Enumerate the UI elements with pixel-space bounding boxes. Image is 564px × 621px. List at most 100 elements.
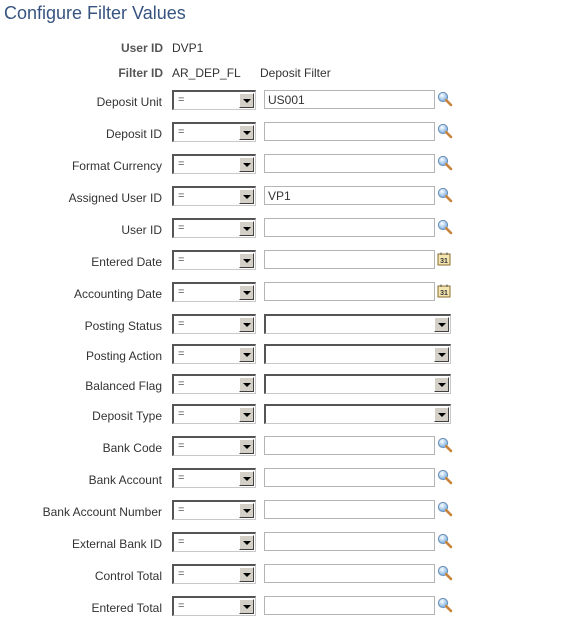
field-row-bank-account: Bank Account = <box>0 468 564 490</box>
chevron-down-icon[interactable] <box>239 439 254 454</box>
chevron-down-icon[interactable] <box>239 125 254 140</box>
field-row-bank-account-number: Bank Account Number = <box>0 500 564 522</box>
calendar-icon[interactable]: 31 <box>437 252 451 266</box>
bank-code-label: Bank Code <box>102 441 162 455</box>
bank-account-number-label: Bank Account Number <box>42 505 162 519</box>
field-row-posting-action: Posting Action = <box>0 344 564 366</box>
format-currency-label: Format Currency <box>71 159 162 173</box>
user-id-operator-select[interactable]: = <box>172 218 256 238</box>
deposit-id-label: Deposit ID <box>105 127 162 141</box>
lookup-icon[interactable] <box>437 91 453 107</box>
bank-account-number-operator-select[interactable]: = <box>172 500 256 520</box>
lookup-icon[interactable] <box>437 219 453 235</box>
lookup-icon[interactable] <box>437 123 453 139</box>
chevron-down-icon[interactable] <box>239 189 254 204</box>
deposit-unit-value-input[interactable]: US001 <box>264 90 435 109</box>
control-total-value-input[interactable] <box>264 564 435 583</box>
operator-value: = <box>178 472 185 484</box>
field-row-entered-total: Entered Total = <box>0 596 564 618</box>
deposit-id-operator-select[interactable]: = <box>172 122 256 142</box>
operator-value: = <box>178 318 185 330</box>
operator-value: = <box>178 440 185 452</box>
field-row-posting-status: Posting Status = <box>0 314 564 336</box>
field-row-external-bank-id: External Bank ID = <box>0 532 564 554</box>
chevron-down-icon[interactable] <box>239 535 254 550</box>
chevron-down-icon[interactable] <box>239 317 254 332</box>
control-total-operator-select[interactable]: = <box>172 564 256 584</box>
lookup-icon[interactable] <box>437 533 453 549</box>
chevron-down-icon[interactable] <box>434 317 449 332</box>
deposit-unit-label: Deposit Unit <box>96 95 162 109</box>
posting-status-operator-select[interactable]: = <box>172 314 256 334</box>
operator-value: = <box>178 126 185 138</box>
assigned-user-id-label: Assigned User ID <box>68 191 162 205</box>
entered-date-label: Entered Date <box>91 255 162 269</box>
chevron-down-icon[interactable] <box>239 157 254 172</box>
chevron-down-icon[interactable] <box>434 377 449 392</box>
operator-value: = <box>178 378 185 390</box>
accounting-date-value-input[interactable] <box>264 282 435 301</box>
svg-text:31: 31 <box>440 258 448 265</box>
chevron-down-icon[interactable] <box>239 285 254 300</box>
chevron-down-icon[interactable] <box>239 503 254 518</box>
deposit-type-label: Deposit Type <box>92 409 162 423</box>
user-id-value-input[interactable] <box>264 218 435 237</box>
bank-account-operator-select[interactable]: = <box>172 468 256 488</box>
chevron-down-icon[interactable] <box>239 93 254 108</box>
operator-value: = <box>178 568 185 580</box>
input-value: US001 <box>268 93 305 107</box>
lookup-icon[interactable] <box>437 501 453 517</box>
external-bank-id-operator-select[interactable]: = <box>172 532 256 552</box>
control-total-label: Control Total <box>94 569 162 583</box>
filter-id-value: AR_DEP_FL <box>172 66 241 80</box>
format-currency-operator-select[interactable]: = <box>172 154 256 174</box>
balanced-flag-value-select[interactable] <box>264 374 451 394</box>
lookup-icon[interactable] <box>437 155 453 171</box>
posting-action-operator-select[interactable]: = <box>172 344 256 364</box>
chevron-down-icon[interactable] <box>239 253 254 268</box>
bank-account-value-input[interactable] <box>264 468 435 487</box>
balanced-flag-operator-select[interactable]: = <box>172 374 256 394</box>
lookup-icon[interactable] <box>437 187 453 203</box>
deposit-type-value-select[interactable] <box>264 404 451 424</box>
entered-total-value-input[interactable] <box>264 596 435 615</box>
assigned-user-id-operator-select[interactable]: = <box>172 186 256 206</box>
field-row-control-total: Control Total = <box>0 564 564 586</box>
lookup-icon[interactable] <box>437 469 453 485</box>
deposit-unit-operator-select[interactable]: = <box>172 90 256 110</box>
chevron-down-icon[interactable] <box>239 567 254 582</box>
chevron-down-icon[interactable] <box>239 407 254 422</box>
external-bank-id-value-input[interactable] <box>264 532 435 551</box>
chevron-down-icon[interactable] <box>239 347 254 362</box>
accounting-date-operator-select[interactable]: = <box>172 282 256 302</box>
entered-date-operator-select[interactable]: = <box>172 250 256 270</box>
field-row-assigned-user-id: Assigned User ID = VP1 <box>0 186 564 208</box>
bank-code-value-input[interactable] <box>264 436 435 455</box>
chevron-down-icon[interactable] <box>239 599 254 614</box>
entered-date-value-input[interactable] <box>264 250 435 269</box>
bank-account-number-value-input[interactable] <box>264 500 435 519</box>
entered-total-operator-select[interactable]: = <box>172 596 256 616</box>
chevron-down-icon[interactable] <box>434 407 449 422</box>
chevron-down-icon[interactable] <box>434 347 449 362</box>
lookup-icon[interactable] <box>437 565 453 581</box>
assigned-user-id-value-input[interactable]: VP1 <box>264 186 435 205</box>
user-id-label: User ID <box>121 223 162 237</box>
lookup-icon[interactable] <box>437 437 453 453</box>
chevron-down-icon[interactable] <box>239 377 254 392</box>
field-row-accounting-date: Accounting Date = 31 <box>0 282 564 304</box>
chevron-down-icon[interactable] <box>239 221 254 236</box>
posting-action-value-select[interactable] <box>264 344 451 364</box>
deposit-id-value-input[interactable] <box>264 122 435 141</box>
format-currency-value-input[interactable] <box>264 154 435 173</box>
operator-value: = <box>178 536 185 548</box>
deposit-type-operator-select[interactable]: = <box>172 404 256 424</box>
chevron-down-icon[interactable] <box>239 471 254 486</box>
operator-value: = <box>178 408 185 420</box>
lookup-icon[interactable] <box>437 597 453 613</box>
calendar-icon[interactable]: 31 <box>437 284 451 298</box>
posting-status-value-select[interactable] <box>264 314 451 334</box>
bank-code-operator-select[interactable]: = <box>172 436 256 456</box>
svg-text:31: 31 <box>440 290 448 297</box>
external-bank-id-label: External Bank ID <box>71 537 162 551</box>
